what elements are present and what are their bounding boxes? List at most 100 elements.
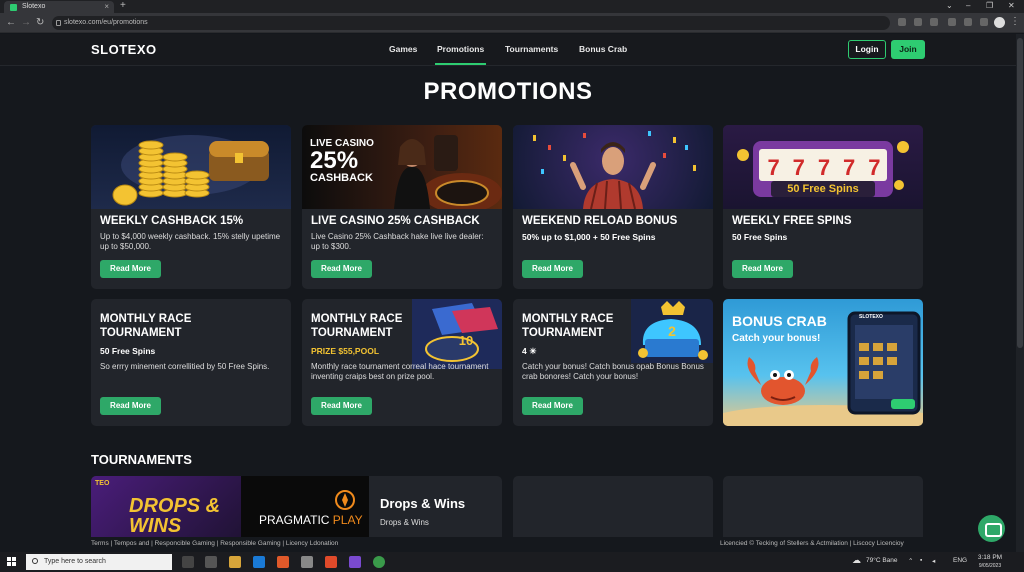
read-more-button[interactable]: Read More bbox=[311, 260, 372, 278]
promo-title: MONTHLY RACE TOURNAMENT bbox=[522, 313, 614, 339]
promo-description: Up to $4,000 weekly cashback. 15% stelly… bbox=[100, 232, 281, 251]
firefox-icon[interactable] bbox=[277, 556, 289, 568]
page-scrollbar[interactable] bbox=[1016, 34, 1024, 552]
footer-links[interactable]: Terms | Tempos and | Responcible Gaming … bbox=[91, 540, 338, 547]
promo-card-bonus-crab[interactable]: SLOTEXO BONUS CRAB Catch your bonus! bbox=[723, 299, 923, 426]
promo-title: MONTHLY RACE TOURNAMENT bbox=[311, 313, 403, 339]
provider-emblem-icon bbox=[335, 490, 355, 510]
chrome-icon[interactable] bbox=[373, 556, 385, 568]
promo-subtitle: 50% up to $1,000 + 50 Free Spins bbox=[522, 232, 656, 242]
weather-icon[interactable]: ☁ bbox=[852, 555, 861, 566]
app-icon[interactable] bbox=[301, 556, 313, 568]
minimize-icon[interactable]: – bbox=[966, 1, 970, 10]
promo-card-weekly-free-spins[interactable]: 77777 50 Free Spins WEEKLY FREE SPINS 50… bbox=[723, 125, 923, 289]
clock[interactable]: 3:18 PM 9/05/2023 bbox=[970, 554, 1010, 570]
promo-card-monthly-race-2[interactable]: 10 MONTHLY RACE TOURNAMENT PRIZE $55,POO… bbox=[302, 299, 502, 426]
nav-tournaments[interactable]: Tournaments bbox=[505, 44, 558, 54]
scrollbar-thumb[interactable] bbox=[1017, 38, 1023, 348]
network-icon[interactable]: ▪ bbox=[920, 557, 922, 564]
web-page: SLOTEXO Games Promotions Tournaments Bon… bbox=[0, 34, 1016, 552]
browser-tab-strip: Slotexo × + ⌄ – ❐ ✕ bbox=[0, 0, 1024, 13]
weather-text[interactable]: 79°C Bane bbox=[866, 557, 898, 564]
new-tab-icon[interactable]: + bbox=[120, 0, 126, 11]
page-title: PROMOTIONS bbox=[423, 78, 593, 105]
promo-description: Monthly race tournament correal hace tou… bbox=[311, 362, 489, 381]
promo-subtitle: 50 Free Spins bbox=[732, 232, 788, 242]
join-button[interactable]: Join bbox=[891, 40, 925, 59]
file-explorer-icon[interactable] bbox=[229, 556, 241, 568]
promo-card-monthly-race-3[interactable]: 2 MONTHLY RACE TOURNAMENT 4 ☀ Catch your… bbox=[513, 299, 713, 426]
promo-description: Live Casino 25% Cashback hake live live … bbox=[311, 232, 484, 251]
volume-icon[interactable]: ◂ bbox=[932, 557, 935, 565]
widgets-icon[interactable] bbox=[205, 556, 217, 568]
read-more-button[interactable]: Read More bbox=[522, 397, 583, 415]
read-more-button[interactable]: Read More bbox=[522, 260, 583, 278]
maximize-icon[interactable]: ❐ bbox=[986, 1, 993, 10]
bookmark-star-icon[interactable] bbox=[930, 18, 938, 26]
nav-promotions[interactable]: Promotions bbox=[434, 44, 487, 65]
live-casino-image: LIVE CASINO 25% CASHBACK bbox=[302, 125, 502, 209]
slot-banner-text: 50 Free Spins bbox=[787, 183, 859, 195]
promo-card-live-casino[interactable]: LIVE CASINO 25% CASHBACK LIVE CASINO 25%… bbox=[302, 125, 502, 289]
promo-subtitle: 50 Free Spins bbox=[100, 346, 156, 356]
promo-description: So errry minement correllitied by 50 Fre… bbox=[100, 362, 270, 371]
tournament-title: Drops & Wins bbox=[380, 496, 466, 511]
language-indicator[interactable]: ENG bbox=[953, 557, 967, 564]
share-icon[interactable] bbox=[914, 18, 922, 26]
url-field[interactable]: slotexo.com/eu/promotions bbox=[52, 16, 890, 30]
promo-subtitle: Catch your bonus! bbox=[732, 333, 821, 344]
gold-treasure-image bbox=[91, 125, 291, 209]
nav-games[interactable]: Games bbox=[389, 44, 417, 54]
promo-title: BONUS CRAB bbox=[732, 313, 827, 329]
forward-icon[interactable]: → bbox=[21, 17, 31, 28]
close-tab-icon[interactable]: × bbox=[104, 2, 109, 11]
menu-kebab-icon[interactable]: ⋮ bbox=[1010, 16, 1020, 27]
chat-support-button[interactable] bbox=[978, 515, 1005, 542]
promo-card-weekend-reload[interactable]: WEEKEND RELOAD BONUS 50% up to $1,000 + … bbox=[513, 125, 713, 289]
read-more-button[interactable]: Read More bbox=[100, 397, 161, 415]
live-casino-image-text: LIVE CASINO 25% CASHBACK bbox=[310, 138, 374, 184]
tournaments-section-title: TOURNAMENTS bbox=[91, 452, 192, 467]
promo-card-monthly-race-1[interactable]: MONTHLY RACE TOURNAMENT 50 Free Spins So… bbox=[91, 299, 291, 426]
back-icon[interactable]: ← bbox=[6, 17, 16, 28]
url-text: slotexo.com/eu/promotions bbox=[64, 19, 148, 26]
promo-description: Catch your bonus! Catch bonus opab Bonus… bbox=[522, 362, 704, 381]
task-view-icon[interactable] bbox=[182, 556, 194, 568]
app-icon[interactable] bbox=[349, 556, 361, 568]
badge-number: 10 bbox=[458, 333, 474, 348]
nav-bonus-crab[interactable]: Bonus Crab bbox=[579, 44, 627, 54]
promo-subtitle: PRIZE $55,POOL bbox=[311, 346, 380, 356]
promo-subtitle: 4 ☀ bbox=[522, 346, 537, 356]
puzzle-icon[interactable] bbox=[964, 18, 972, 26]
profile-avatar[interactable] bbox=[994, 17, 1005, 28]
drops-wins-banner-text: DROPS & WINS bbox=[129, 495, 221, 537]
tray-chevron-icon[interactable]: ⌃ bbox=[908, 557, 913, 565]
app-icon[interactable] bbox=[325, 556, 337, 568]
reload-icon[interactable]: ↻ bbox=[36, 17, 44, 28]
drops-wins-ribbon: TEO bbox=[95, 480, 110, 487]
slot-machine-image: 77777 50 Free Spins bbox=[723, 125, 923, 209]
edge-icon[interactable] bbox=[253, 556, 265, 568]
promo-card-weekly-cashback[interactable]: WEEKLY CASHBACK 15% Up to $4,000 weekly … bbox=[91, 125, 291, 289]
read-more-button[interactable]: Read More bbox=[732, 260, 793, 278]
tab-title: Slotexo bbox=[22, 3, 46, 10]
sidepanel-icon[interactable] bbox=[980, 18, 988, 26]
read-more-button[interactable]: Read More bbox=[100, 260, 161, 278]
site-header: SLOTEXO Games Promotions Tournaments Bon… bbox=[0, 34, 1016, 66]
extension-icon[interactable] bbox=[948, 18, 956, 26]
login-button[interactable]: Login bbox=[848, 40, 886, 59]
promo-title: WEEKLY CASHBACK 15% bbox=[100, 215, 244, 227]
promo-title: WEEKLY FREE SPINS bbox=[732, 215, 852, 227]
site-logo[interactable]: SLOTEXO bbox=[91, 42, 157, 57]
browser-tab[interactable]: Slotexo × bbox=[4, 1, 114, 13]
promo-title: WEEKEND RELOAD BONUS bbox=[522, 215, 678, 227]
window-chevron-icon[interactable]: ⌄ bbox=[946, 1, 953, 10]
windows-start-icon[interactable] bbox=[7, 557, 17, 567]
badge-number: 2 bbox=[668, 323, 676, 339]
taskbar-search-box[interactable]: Type here to search bbox=[26, 554, 172, 570]
translate-icon[interactable] bbox=[898, 18, 906, 26]
search-icon bbox=[32, 558, 38, 564]
read-more-button[interactable]: Read More bbox=[311, 397, 372, 415]
close-window-icon[interactable]: ✕ bbox=[1008, 1, 1015, 10]
provider-logo-text: PRAGMATIC PLAY bbox=[259, 513, 363, 527]
